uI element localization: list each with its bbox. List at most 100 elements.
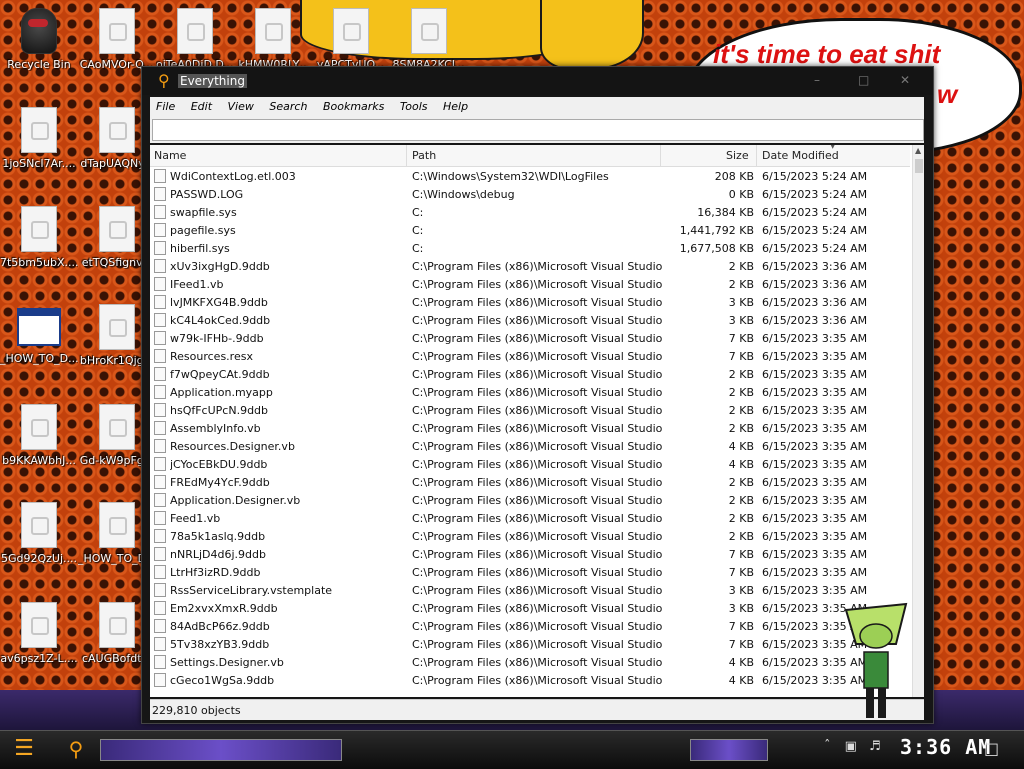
table-row[interactable]: xUv3ixgHgD.9ddb C:\Program Files (x86)\Mi…	[150, 257, 910, 275]
column-header-size[interactable]: Size	[726, 149, 749, 162]
row-path: C:\Program Files (x86)\Microsoft Visual …	[412, 512, 662, 525]
desktop-file[interactable]: 8SM8A2KCI...	[390, 8, 468, 71]
volume-icon[interactable]: ♬	[869, 739, 881, 754]
table-row[interactable]: hsQfFcUPcN.9ddb C:\Program Files (x86)\Mi…	[150, 401, 910, 419]
row-path: C:\Program Files (x86)\Microsoft Visual …	[412, 530, 662, 543]
window-icon	[17, 308, 61, 346]
file-type-icon	[154, 637, 166, 651]
table-row[interactable]: AssemblyInfo.vb C:\Program Files (x86)\Mi…	[150, 419, 910, 437]
table-row[interactable]: Resources.resx C:\Program Files (x86)\Mic…	[150, 347, 910, 365]
row-name: RssServiceLibrary.vstemplate	[170, 584, 333, 597]
column-header-path[interactable]: Path	[412, 149, 436, 162]
menu-tools[interactable]: Tools	[394, 97, 434, 113]
row-name: AssemblyInfo.vb	[170, 422, 261, 435]
row-size: 7 KB	[728, 548, 754, 561]
file-icon	[21, 602, 57, 648]
row-date-modified: 6/15/2023 5:24 AM	[762, 206, 868, 219]
table-row[interactable]: kC4L4okCed.9ddb C:\Program Files (x86)\Mi…	[150, 311, 910, 329]
row-path: C:\Program Files (x86)\Microsoft Visual …	[412, 332, 662, 345]
table-row[interactable]: cGeco1WgSa.9ddb C:\Program Files (x86)\Mi…	[150, 671, 910, 689]
row-date-modified: 6/15/2023 3:35 AM	[762, 566, 868, 579]
table-row[interactable]: w79k-IFHb-.9ddb C:\Program Files (x86)\Mi…	[150, 329, 910, 347]
network-icon[interactable]: ▣	[845, 739, 857, 754]
file-type-icon	[154, 205, 166, 219]
table-row[interactable]: 5Tv38xzYB3.9ddb C:\Program Files (x86)\Mi…	[150, 635, 910, 653]
menu-search[interactable]: Search	[263, 97, 313, 113]
file-type-icon	[154, 295, 166, 309]
minimize-button[interactable]: –	[814, 73, 820, 87]
row-path: C:\Program Files (x86)\Microsoft Visual …	[412, 386, 662, 399]
scrollbar-thumb[interactable]	[915, 159, 923, 173]
row-path: C:\Program Files (x86)\Microsoft Visual …	[412, 494, 662, 507]
table-row[interactable]: WdiContextLog.etl.003 C:\Windows\System32…	[150, 167, 910, 185]
table-row[interactable]: nNRLjD4d6j.9ddb C:\Program Files (x86)\Mi…	[150, 545, 910, 563]
table-row[interactable]: hiberfil.sys C: 1,677,508 KB 6/15/2023 5:24…	[150, 239, 910, 257]
column-header-date-modified[interactable]: Date Modified	[762, 149, 839, 162]
menu-help[interactable]: Help	[437, 97, 474, 113]
table-row[interactable]: Settings.Designer.vb C:\Program Files (x8…	[150, 653, 910, 671]
row-name: hiberfil.sys	[170, 242, 230, 255]
menu-view[interactable]: View	[222, 97, 260, 113]
title-bar[interactable]: ⚲ Everything – □ ✕	[142, 67, 933, 95]
row-size: 4 KB	[728, 674, 754, 687]
table-row[interactable]: f7wQpeyCAt.9ddb C:\Program Files (x86)\Mi…	[150, 365, 910, 383]
file-type-icon	[154, 385, 166, 399]
row-path: C:\Program Files (x86)\Microsoft Visual …	[412, 674, 662, 687]
column-separator[interactable]	[406, 145, 407, 166]
table-row[interactable]: lvJMKFXG4B.9ddb C:\Program Files (x86)\Mi…	[150, 293, 910, 311]
file-type-icon	[154, 601, 166, 615]
table-row[interactable]: swapfile.sys C: 16,384 KB 6/15/2023 5:24 AM	[150, 203, 910, 221]
table-row[interactable]: IFeed1.vb C:\Program Files (x86)\Microsof…	[150, 275, 910, 293]
table-row[interactable]: FREdMy4YcF.9ddb C:\Program Files (x86)\Mi…	[150, 473, 910, 491]
table-row[interactable]: Resources.Designer.vb C:\Program Files (x…	[150, 437, 910, 455]
chevron-up-icon[interactable]: ˆ	[824, 739, 831, 754]
column-separator[interactable]	[756, 145, 757, 166]
table-row[interactable]: 78a5k1aslq.9ddb C:\Program Files (x86)\Mi…	[150, 527, 910, 545]
maximize-button[interactable]: □	[858, 73, 869, 87]
start-button[interactable]: ☰	[10, 735, 38, 763]
table-row[interactable]: Application.myapp C:\Program Files (x86)\…	[150, 383, 910, 401]
menu-file[interactable]: File	[150, 97, 181, 113]
desktop-app-shortcut[interactable]: _HOW_TO_D...	[0, 308, 78, 365]
file-type-icon	[154, 511, 166, 525]
notification-icon[interactable]: □	[984, 739, 999, 758]
file-type-icon	[154, 259, 166, 273]
file-type-icon	[154, 439, 166, 453]
status-bar: 229,810 objects	[150, 699, 924, 720]
search-input[interactable]	[152, 119, 924, 141]
recycle-bin-shortcut[interactable]: Recycle Bin	[0, 8, 78, 71]
taskbar-search-icon[interactable]: ⚲	[62, 735, 90, 763]
table-row[interactable]: jCYocEBkDU.9ddb C:\Program Files (x86)\Mi…	[150, 455, 910, 473]
desktop-file[interactable]: yAPCTvUO...	[312, 8, 390, 71]
table-row[interactable]: Application.Designer.vb C:\Program Files …	[150, 491, 910, 509]
table-row[interactable]: pagefile.sys C: 1,441,792 KB 6/15/2023 5:24…	[150, 221, 910, 239]
table-row[interactable]: Feed1.vb C:\Program Files (x86)\Microsoft…	[150, 509, 910, 527]
table-row[interactable]: LtrHf3izRD.9ddb C:\Program Files (x86)\Mi…	[150, 563, 910, 581]
table-row[interactable]: Em2xvxXmxR.9ddb C:\Program Files (x86)\Mi…	[150, 599, 910, 617]
desktop-file[interactable]: 7t5bm5ubX....	[0, 206, 78, 269]
desktop-file[interactable]: 5Gd92QzUj....	[0, 502, 78, 565]
column-separator[interactable]	[660, 145, 661, 166]
desktop-file[interactable]: 1joSNcI7Ar....	[0, 107, 78, 170]
desktop-file[interactable]: CAoMVOr-Q...	[78, 8, 156, 71]
row-path: C:\Program Files (x86)\Microsoft Visual …	[412, 638, 662, 651]
file-type-icon	[154, 349, 166, 363]
desktop-file[interactable]: b9KKAWbhJ...	[0, 404, 78, 467]
results-list: Name Path Size Date Modified ▼ WdiContex…	[150, 145, 924, 697]
table-row[interactable]: 84AdBcP66z.9ddb C:\Program Files (x86)\Mi…	[150, 617, 910, 635]
menu-bookmarks[interactable]: Bookmarks	[317, 97, 390, 113]
close-button[interactable]: ✕	[900, 73, 910, 87]
desktop-file[interactable]: kHMW0RLY...	[234, 8, 312, 71]
clock[interactable]: 3:36 AM	[900, 735, 991, 759]
file-type-icon	[154, 187, 166, 201]
row-size: 2 KB	[728, 260, 754, 273]
row-date-modified: 6/15/2023 3:35 AM	[762, 386, 868, 399]
column-header-name[interactable]: Name	[154, 149, 186, 162]
desktop-file[interactable]: av6psz1Z-L....	[0, 602, 78, 665]
table-row[interactable]: RssServiceLibrary.vstemplate C:\Program F…	[150, 581, 910, 599]
desktop-icon-label: 5Gd92QzUj....	[0, 552, 78, 565]
scroll-up-icon[interactable]: ▲	[915, 147, 923, 155]
desktop-file[interactable]: oiTeA0DiD.D...	[156, 8, 234, 71]
menu-edit[interactable]: Edit	[185, 97, 218, 113]
table-row[interactable]: PASSWD.LOG C:\Windows\debug 0 KB 6/15/2023 …	[150, 185, 910, 203]
